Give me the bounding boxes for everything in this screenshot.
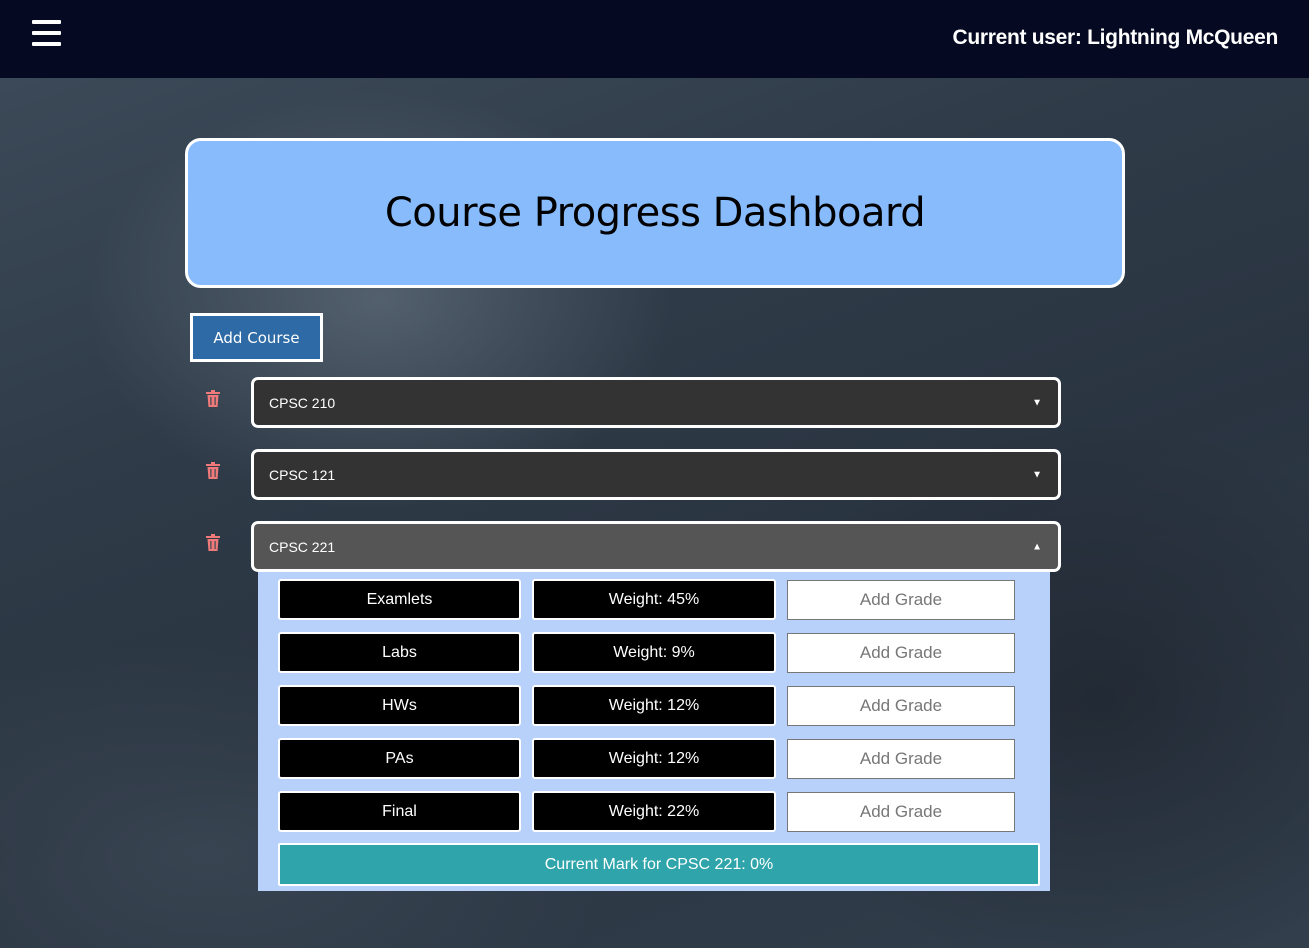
- add-grade-input[interactable]: Add Grade: [787, 686, 1015, 726]
- component-weight: Weight: 45%: [532, 579, 776, 620]
- chevron-up-icon: ▲: [1032, 541, 1042, 552]
- add-grade-input[interactable]: Add Grade: [787, 739, 1015, 779]
- add-grade-input[interactable]: Add Grade: [787, 580, 1015, 620]
- component-name: Labs: [278, 632, 521, 673]
- top-navigation-bar: Current user: Lightning McQueen: [0, 0, 1309, 78]
- trash-icon[interactable]: [205, 534, 221, 552]
- chevron-down-icon: ▼: [1032, 469, 1042, 480]
- course-dropdown-cpsc-121[interactable]: CPSC 121 ▼: [251, 449, 1061, 500]
- course-dropdown-cpsc-210[interactable]: CPSC 210 ▼: [251, 377, 1061, 428]
- component-weight: Weight: 9%: [532, 632, 776, 673]
- course-dropdown-cpsc-221[interactable]: CPSC 221 ▲: [251, 521, 1061, 572]
- dashboard-header-card: Course Progress Dashboard: [185, 138, 1125, 288]
- component-weight: Weight: 22%: [532, 791, 776, 832]
- course-name: CPSC 221: [269, 538, 336, 555]
- hamburger-menu-icon[interactable]: [32, 20, 62, 47]
- current-user-label: Current user: Lightning McQueen: [952, 26, 1278, 49]
- course-name: CPSC 121: [269, 466, 336, 483]
- trash-icon[interactable]: [205, 390, 221, 408]
- page-title: Course Progress Dashboard: [384, 190, 926, 236]
- component-name: Final: [278, 791, 521, 832]
- component-weight: Weight: 12%: [532, 738, 776, 779]
- component-name: HWs: [278, 685, 521, 726]
- component-name: PAs: [278, 738, 521, 779]
- course-name: CPSC 210: [269, 394, 336, 411]
- course-details-panel: Examlets Weight: 45% Add Grade Labs Weig…: [258, 572, 1050, 891]
- trash-icon[interactable]: [205, 462, 221, 480]
- component-weight: Weight: 12%: [532, 685, 776, 726]
- component-name: Examlets: [278, 579, 521, 620]
- chevron-down-icon: ▼: [1032, 397, 1042, 408]
- current-mark-bar: Current Mark for CPSC 221: 0%: [278, 843, 1040, 886]
- add-grade-input[interactable]: Add Grade: [787, 633, 1015, 673]
- add-course-button[interactable]: Add Course: [190, 313, 323, 362]
- add-grade-input[interactable]: Add Grade: [787, 792, 1015, 832]
